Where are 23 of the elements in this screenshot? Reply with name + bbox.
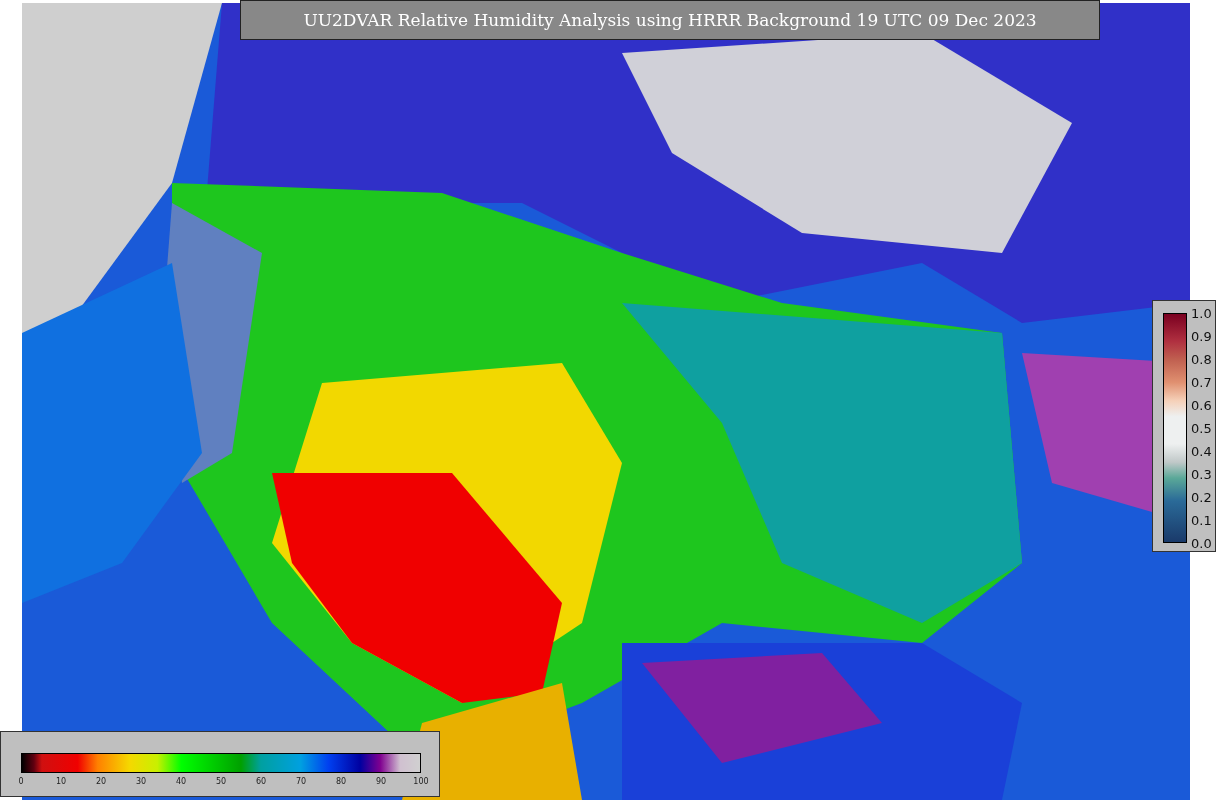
colorbar-tick-label: 0.4	[1191, 443, 1212, 459]
colorbar-tick-label: 50	[215, 777, 227, 786]
colorbar-tick-label: 0.0	[1191, 535, 1212, 551]
colorbar-tick-label: 70	[295, 777, 307, 786]
colorbar-tick-label: 0.2	[1191, 489, 1212, 505]
colorbar-tick-label: 10	[55, 777, 67, 786]
colorbar-tick-label: 1.0	[1191, 305, 1212, 321]
colorbar-tick-label: 90	[375, 777, 387, 786]
colorbar-tick-label: 0.3	[1191, 466, 1212, 482]
chart-title: UU2DVAR Relative Humidity Analysis using HRRR Background 19 UTC 09 Dec 2023	[240, 0, 1100, 40]
colorbar-tick-label: 0.6	[1191, 397, 1212, 413]
colorbar-tick-label: 100	[413, 777, 429, 786]
colorbar-tick-label: 20	[95, 777, 107, 786]
colorbar-tick-label: 0.5	[1191, 420, 1212, 436]
colorbar-tick-label: 0.9	[1191, 328, 1212, 344]
colorbar-tick-label: 0.1	[1191, 512, 1212, 528]
colorbar-tick-label: 0.7	[1191, 374, 1212, 390]
colorbar-tick-label: 40	[175, 777, 187, 786]
colorbar-tick-label: 0	[18, 777, 24, 786]
colorbar-tick-label: 0.8	[1191, 351, 1212, 367]
colorbar-tick-label: 80	[335, 777, 347, 786]
colorbar-tick-label: 60	[255, 777, 267, 786]
colorbar-tick-label: 30	[135, 777, 147, 786]
